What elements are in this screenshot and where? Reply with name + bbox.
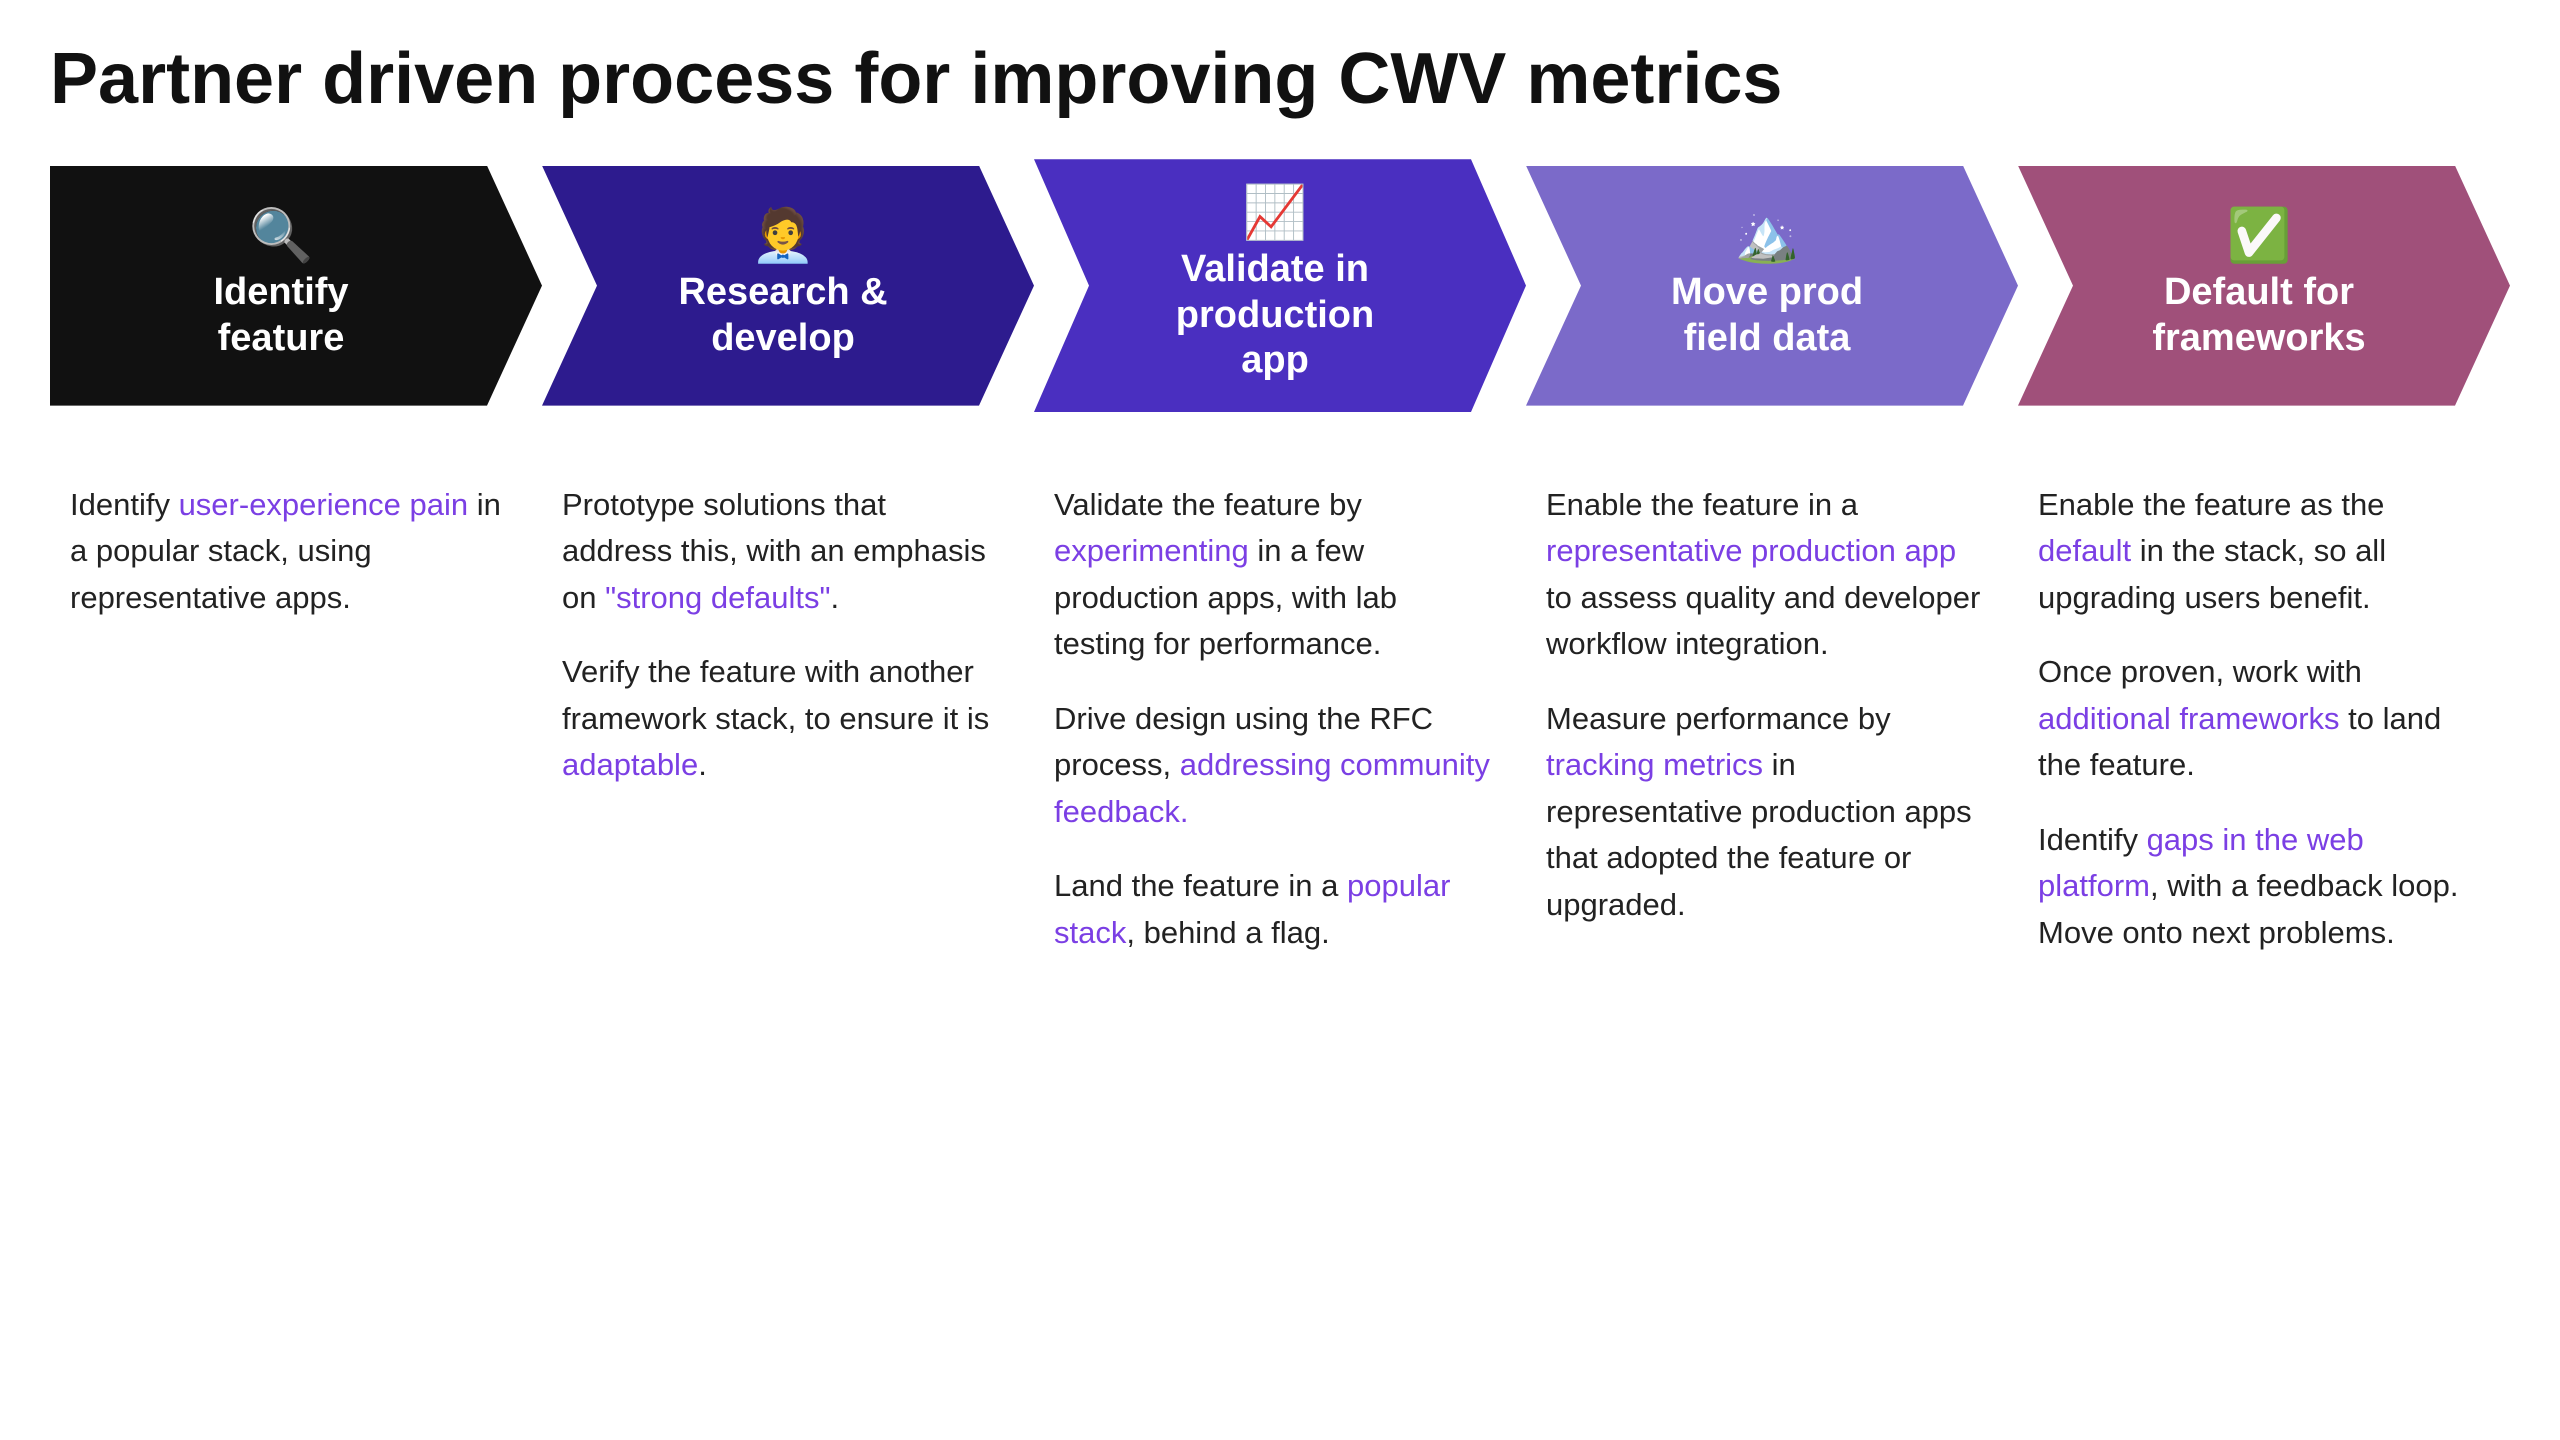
paragraph-3-1: Measure performance by tracking metrics …	[1546, 696, 1988, 929]
default-title: Default for frameworks	[2152, 270, 2365, 361]
validate-icon: 📈	[1243, 187, 1308, 239]
content-row: Identify user-experience pain in a popul…	[50, 462, 2510, 977]
paragraph-1-0: Prototype solutions that address this, w…	[562, 482, 1004, 622]
arrow-validate: 📈 Validate in production app	[1034, 159, 1526, 412]
page-title: Partner driven process for improving CWV…	[50, 40, 2510, 119]
default-icon: ✅	[2227, 210, 2292, 262]
paragraph-1-1: Verify the feature with another framewor…	[562, 649, 1004, 789]
link-text: popular stack	[1054, 868, 1450, 950]
paragraph-2-2: Land the feature in a popular stack, beh…	[1054, 863, 1496, 956]
arrows-container: 🔍 Identify feature 🧑‍💼 Research & develop 📈 V…	[50, 159, 2510, 412]
paragraph-4-1: Once proven, work with additional framew…	[2038, 649, 2480, 789]
identify-icon: 🔍	[249, 210, 314, 262]
content-col-3: Enable the feature in a representative p…	[1526, 462, 2018, 977]
paragraph-4-0: Enable the feature as the default in the…	[2038, 482, 2480, 622]
validate-title: Validate in production app	[1176, 247, 1374, 384]
link-text: default	[2038, 533, 2131, 568]
research-title: Research & develop	[678, 270, 887, 361]
move-icon: 🏔️	[1735, 210, 1800, 262]
identify-title: Identify feature	[213, 270, 348, 361]
link-text: tracking metrics	[1546, 747, 1763, 782]
paragraph-0-0: Identify user-experience pain in a popul…	[70, 482, 512, 622]
link-text: representative production app	[1546, 533, 1956, 568]
content-col-0: Identify user-experience pain in a popul…	[50, 462, 542, 977]
link-text: user-experience pain	[179, 487, 469, 522]
arrow-research: 🧑‍💼 Research & develop	[542, 159, 1034, 412]
link-text: experimenting	[1054, 533, 1249, 568]
link-text: gaps in the web platform	[2038, 822, 2364, 904]
move-title: Move prod field data	[1671, 270, 1863, 361]
paragraph-2-0: Validate the feature by experimenting in…	[1054, 482, 1496, 668]
paragraph-3-0: Enable the feature in a representative p…	[1546, 482, 1988, 668]
research-icon: 🧑‍💼	[751, 210, 816, 262]
arrow-move: 🏔️ Move prod field data	[1526, 159, 2018, 412]
link-text: adaptable	[562, 747, 698, 782]
link-text: additional frameworks	[2038, 701, 2340, 736]
paragraph-2-1: Drive design using the RFC process, addr…	[1054, 696, 1496, 836]
paragraph-4-2: Identify gaps in the web platform, with …	[2038, 817, 2480, 957]
content-col-1: Prototype solutions that address this, w…	[542, 462, 1034, 977]
content-col-4: Enable the feature as the default in the…	[2018, 462, 2510, 977]
link-text: addressing community feedback.	[1054, 747, 1490, 829]
content-col-2: Validate the feature by experimenting in…	[1034, 462, 1526, 977]
arrow-identify: 🔍 Identify feature	[50, 159, 542, 412]
link-text: "strong defaults"	[605, 580, 830, 615]
arrow-default: ✅ Default for frameworks	[2018, 159, 2510, 412]
